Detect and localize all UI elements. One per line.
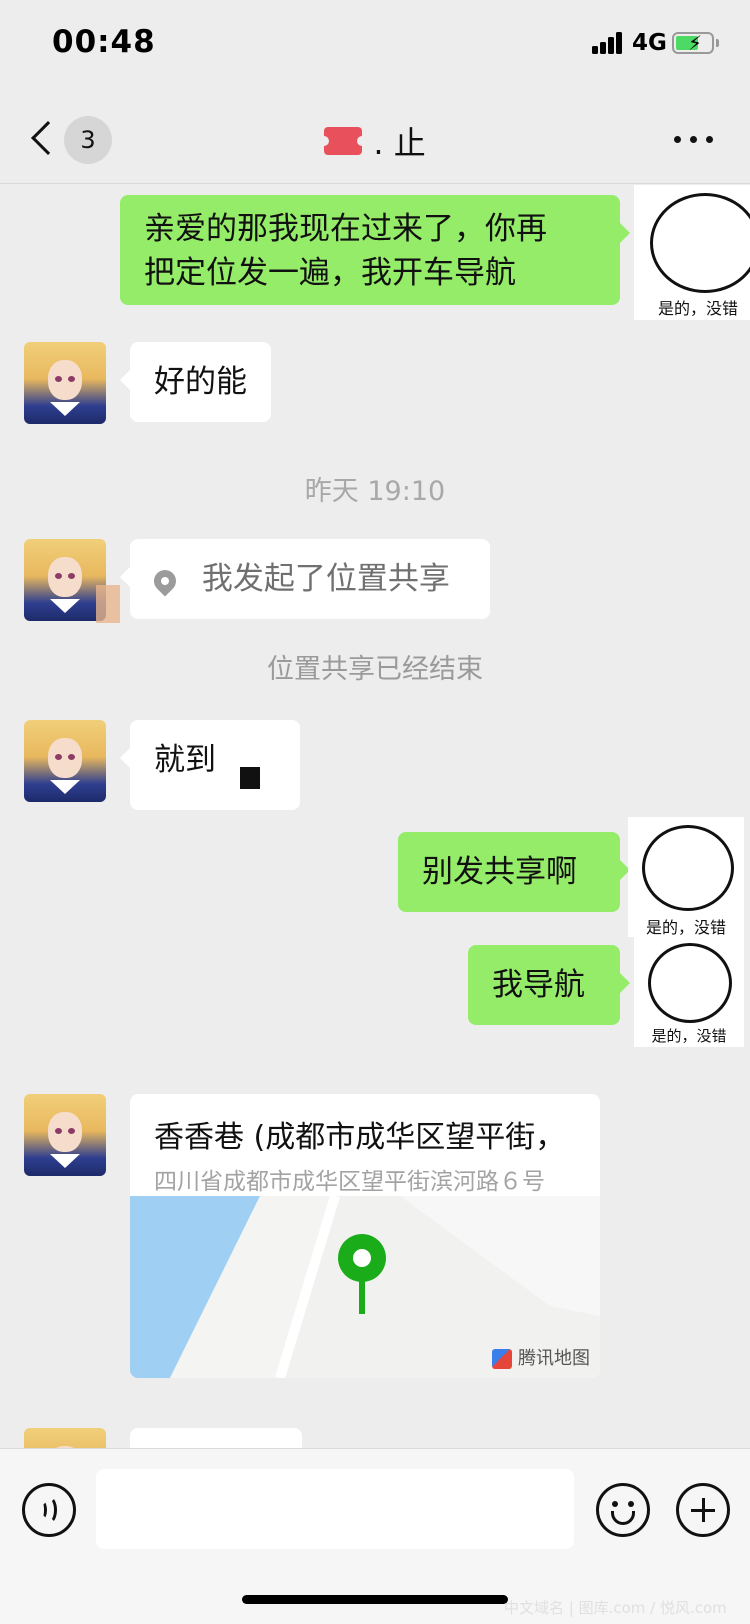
sticker-caption: 是的，没错 — [645, 918, 726, 937]
sticker-avatar[interactable]: 是的，没错 — [634, 185, 750, 320]
status-bar: 00:48 4G ⚡ — [0, 0, 750, 90]
watermark-text: 中文域名 | 图库.com / 悦风.com — [504, 1599, 727, 1617]
signal-strength-icon — [592, 32, 624, 54]
tencent-map-icon — [492, 1349, 512, 1369]
location-card[interactable]: 香香巷 (成都市成华区望平街， 四川省成都市成华区望平街滨河路６号 腾讯地图 — [130, 1094, 600, 1378]
input-bar: 中文域名 | 图库.com / 悦风.com — [0, 1448, 750, 1624]
message-text-line: 把定位发一遍，我开车导航 — [144, 255, 516, 291]
message-text: 别发共享啊 — [422, 854, 577, 890]
system-notice: 位置共享已经结束 — [267, 654, 483, 685]
message-list[interactable]: 亲爱的那我现在过来了，你再 把定位发一遍，我开车导航 是的，没错 好的能 昨天 … — [0, 185, 750, 1448]
battery-icon: ⚡ — [672, 31, 714, 55]
chat-header: 3 . 止 — [0, 100, 750, 184]
message-text: 我导航 — [492, 967, 585, 1003]
emoji-button[interactable] — [596, 1483, 650, 1537]
message-text: 好的能 — [154, 364, 247, 400]
location-share-bubble[interactable]: 我发起了位置共享 — [120, 539, 490, 619]
outgoing-message-bubble[interactable]: 亲爱的那我现在过来了，你再 把定位发一遍，我开车导航 — [120, 195, 630, 305]
chat-title: . 止 — [373, 124, 426, 162]
contact-avatar[interactable] — [24, 1428, 106, 1448]
outgoing-message-bubble[interactable]: 别发共享啊 — [398, 832, 630, 912]
location-address: 四川省成都市成华区望平街滨河路６号 — [154, 1169, 545, 1195]
outgoing-message-bubble[interactable]: 我导航 — [468, 945, 630, 1025]
redaction-mark — [240, 767, 260, 789]
sticker-avatar[interactable]: 是的，没错 — [628, 817, 744, 937]
contact-avatar[interactable] — [24, 1094, 106, 1176]
battery-cap — [716, 39, 719, 47]
more-actions-button[interactable] — [676, 1483, 730, 1537]
home-indicator[interactable] — [242, 1595, 508, 1604]
sticker-avatar[interactable]: 是的，没错 — [634, 937, 744, 1047]
contact-avatar[interactable] — [24, 720, 106, 802]
message-timestamp: 昨天 19:10 — [304, 476, 446, 507]
voice-input-button[interactable] — [22, 1483, 76, 1537]
chat-title-area: . 止 — [0, 118, 750, 164]
location-title: 香香巷 (成都市成华区望平街， — [154, 1120, 566, 1155]
more-options-icon[interactable] — [674, 136, 714, 146]
status-time: 00:48 — [52, 24, 156, 60]
message-text: 就到 — [154, 742, 216, 778]
sticker-caption: 是的，没错 — [658, 299, 739, 318]
message-text-line: 亲爱的那我现在过来了，你再 — [144, 211, 547, 247]
sticker-caption: 是的，没错 — [651, 1027, 727, 1045]
contact-avatar[interactable] — [24, 539, 106, 621]
incoming-message-bubble[interactable]: 好的能 — [120, 342, 271, 422]
location-pin-icon — [149, 564, 181, 597]
message-input[interactable] — [96, 1469, 574, 1549]
blurred-overlay — [96, 585, 120, 623]
network-type: 4G — [632, 30, 667, 56]
message-text: 我发起了位置共享 — [201, 561, 450, 597]
incoming-message-bubble[interactable]: 就到 — [120, 720, 300, 810]
map-preview[interactable]: 腾讯地图 — [130, 1196, 600, 1378]
contact-avatar[interactable] — [24, 342, 106, 424]
ticket-icon — [319, 127, 368, 155]
incoming-emoji-bubble[interactable] — [130, 1428, 302, 1448]
map-brand: 腾讯地图 — [492, 1344, 590, 1370]
